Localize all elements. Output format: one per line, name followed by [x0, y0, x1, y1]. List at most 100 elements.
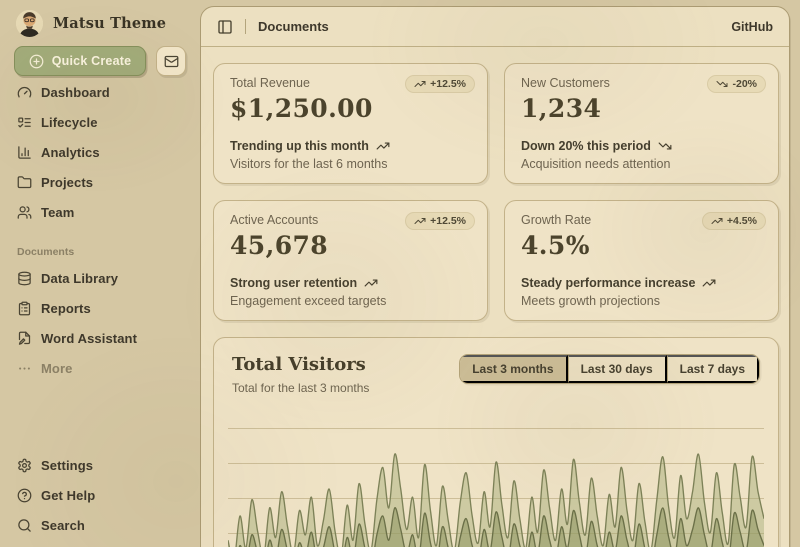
trend-icon — [364, 276, 378, 290]
chart-title-block: Total Visitors Total for the last 3 mont… — [232, 354, 369, 395]
stat-card-total-revenue: Total Revenue +12.5% $1,250.00 Trending … — [213, 63, 488, 184]
stat-footer-title-text: Trending up this month — [230, 139, 369, 153]
brand-title: Matsu Theme — [53, 15, 166, 32]
status-badge: -20% — [707, 75, 766, 93]
trend-icon — [716, 78, 728, 90]
badge-value: +12.5% — [430, 215, 466, 227]
list-todo-icon — [17, 115, 32, 130]
trend-icon — [711, 215, 723, 227]
sidebar-item-label: Data Library — [41, 271, 118, 286]
main-panel: Documents GitHub Total Revenue +12.5% $1… — [200, 6, 790, 547]
sidebar-item-label: Projects — [41, 175, 93, 190]
sidebar-item-label: Lifecycle — [41, 115, 98, 130]
help-circle-icon — [17, 488, 32, 503]
sidebar-item-search[interactable]: Search — [14, 511, 186, 539]
badge-value: -20% — [732, 78, 757, 90]
file-pen-icon — [17, 331, 32, 346]
users-icon — [17, 205, 32, 220]
stat-footer-desc: Engagement exceed targets — [230, 294, 471, 308]
trend-icon — [658, 139, 672, 153]
total-visitors-card: Total Visitors Total for the last 3 mont… — [213, 337, 779, 547]
main-content: Total Revenue +12.5% $1,250.00 Trending … — [201, 47, 789, 547]
gauge-icon — [17, 85, 32, 100]
github-link[interactable]: GitHub — [731, 20, 773, 34]
trend-icon — [414, 78, 426, 90]
chart-area — [228, 411, 764, 547]
visitors-area-chart — [228, 411, 764, 547]
stat-footer-desc: Acquisition needs attention — [521, 157, 762, 171]
sidebar-item-dashboard[interactable]: Dashboard — [14, 78, 186, 106]
sidebar-toggle-button[interactable] — [217, 19, 233, 35]
sidebar-item-label: Search — [41, 518, 85, 533]
sidebar-nav-documents: Data Library Reports Word Assistant More — [14, 264, 186, 384]
stat-card-active-accounts: Active Accounts +12.5% 45,678 Strong use… — [213, 200, 488, 321]
sidebar-item-label: Team — [41, 205, 74, 220]
sidebar-nav-main: Dashboard Lifecycle Analytics Projects T… — [14, 78, 186, 228]
stat-footer-title-text: Steady performance increase — [521, 276, 695, 290]
stat-footer-desc: Meets growth projections — [521, 294, 762, 308]
search-icon — [17, 518, 32, 533]
page-title: Documents — [258, 19, 329, 34]
sidebar-item-label: Settings — [41, 458, 93, 473]
sidebar-item-data-library[interactable]: Data Library — [14, 264, 186, 292]
clipboard-list-icon — [17, 301, 32, 316]
status-badge: +12.5% — [405, 212, 475, 230]
stat-footer-title: Down 20% this period — [521, 139, 762, 153]
sidebar-item-more[interactable]: More — [14, 354, 186, 382]
sidebar-item-label: Analytics — [41, 145, 100, 160]
stat-value: $1,250.00 — [230, 94, 471, 123]
trend-icon — [702, 276, 716, 290]
quick-create-button[interactable]: Quick Create — [14, 46, 146, 76]
sidebar-nav-footer: Settings Get Help Search — [14, 451, 186, 543]
chart-header: Total Visitors Total for the last 3 mont… — [228, 352, 764, 395]
page-header: Documents GitHub — [201, 7, 789, 47]
stat-footer-title-text: Strong user retention — [230, 276, 357, 290]
quick-create-row: Quick Create — [14, 46, 186, 76]
database-icon — [17, 271, 32, 286]
inbox-button[interactable] — [156, 46, 186, 76]
sidebar-item-settings[interactable]: Settings — [14, 451, 186, 479]
stat-footer-desc: Visitors for the last 6 months — [230, 157, 471, 171]
chart-title: Total Visitors — [232, 354, 369, 375]
sidebar-item-label: More — [41, 361, 72, 376]
sidebar-item-label: Dashboard — [41, 85, 110, 100]
avatar — [16, 10, 43, 37]
stat-footer-title: Strong user retention — [230, 276, 471, 290]
stat-footer-title-text: Down 20% this period — [521, 139, 651, 153]
status-badge: +12.5% — [405, 75, 475, 93]
chart-range-tabs: Last 3 months Last 30 days Last 7 days — [459, 354, 760, 384]
stat-footer-title: Steady performance increase — [521, 276, 762, 290]
stat-value: 4.5% — [521, 231, 762, 260]
sidebar-item-get-help[interactable]: Get Help — [14, 481, 186, 509]
chart-subtitle: Total for the last 3 months — [232, 381, 369, 395]
chart-column-icon — [17, 145, 32, 160]
tab-last-3-months[interactable]: Last 3 months — [460, 355, 567, 383]
trend-icon — [376, 139, 390, 153]
sidebar-item-projects[interactable]: Projects — [14, 168, 186, 196]
gear-icon — [17, 458, 32, 473]
sidebar-header: Matsu Theme — [14, 8, 186, 38]
sidebar-item-reports[interactable]: Reports — [14, 294, 186, 322]
sidebar: Matsu Theme Quick Create Dashboard Lifec… — [0, 0, 200, 547]
sidebar-item-team[interactable]: Team — [14, 198, 186, 226]
sidebar-item-label: Reports — [41, 301, 91, 316]
mail-icon — [164, 54, 179, 69]
sidebar-item-label: Get Help — [41, 488, 95, 503]
ellipsis-icon — [17, 361, 32, 376]
sidebar-item-analytics[interactable]: Analytics — [14, 138, 186, 166]
sidebar-item-label: Word Assistant — [41, 331, 137, 346]
circle-plus-icon — [29, 54, 44, 69]
tab-last-30-days[interactable]: Last 30 days — [568, 355, 667, 383]
stat-value: 45,678 — [230, 231, 471, 260]
tab-last-7-days[interactable]: Last 7 days — [667, 355, 759, 383]
stat-footer-title: Trending up this month — [230, 139, 471, 153]
stat-value: 1,234 — [521, 94, 762, 123]
sidebar-section-documents: Documents — [14, 246, 186, 258]
stat-card-growth-rate: Growth Rate +4.5% 4.5% Steady performanc… — [504, 200, 779, 321]
sidebar-item-word-assistant[interactable]: Word Assistant — [14, 324, 186, 352]
stat-card-grid: Total Revenue +12.5% $1,250.00 Trending … — [213, 63, 779, 321]
badge-value: +12.5% — [430, 78, 466, 90]
sidebar-item-lifecycle[interactable]: Lifecycle — [14, 108, 186, 136]
quick-create-label: Quick Create — [52, 54, 132, 68]
folder-icon — [17, 175, 32, 190]
